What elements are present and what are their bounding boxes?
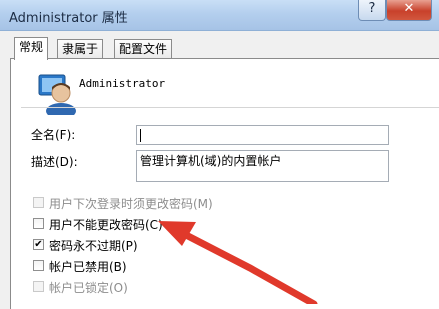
close-button[interactable]: ✕	[386, 0, 432, 21]
window-title: Administrator 属性	[9, 11, 128, 26]
separator	[21, 107, 439, 108]
checkbox-box[interactable]	[33, 260, 44, 271]
description-label: 描述(D):	[31, 155, 78, 169]
tab-profile[interactable]: 配置文件	[114, 39, 173, 59]
tab-general[interactable]: 常规	[14, 37, 49, 60]
checkbox-box[interactable]	[33, 197, 44, 208]
help-button[interactable]: ?	[358, 0, 386, 21]
checkbox-box[interactable]	[33, 281, 44, 292]
text-caret	[140, 129, 141, 142]
description-field[interactable]: 管理计算机(域)的内置帐户	[136, 150, 389, 182]
tab-panel-general: Administrator 全名(F): 描述(D): 管理计算机(域)的内置帐…	[10, 58, 439, 309]
user-name: Administrator	[79, 77, 166, 90]
checkbox-box[interactable]	[33, 218, 44, 229]
tab-member-of[interactable]: 隶属于	[57, 39, 104, 59]
fullname-field[interactable]	[136, 125, 389, 145]
user-icon	[38, 74, 76, 115]
checkbox-box-checked[interactable]: ✔	[33, 239, 44, 250]
fullname-label: 全名(F):	[31, 128, 76, 142]
title-bar: Administrator 属性 ? ✕	[0, 0, 439, 31]
